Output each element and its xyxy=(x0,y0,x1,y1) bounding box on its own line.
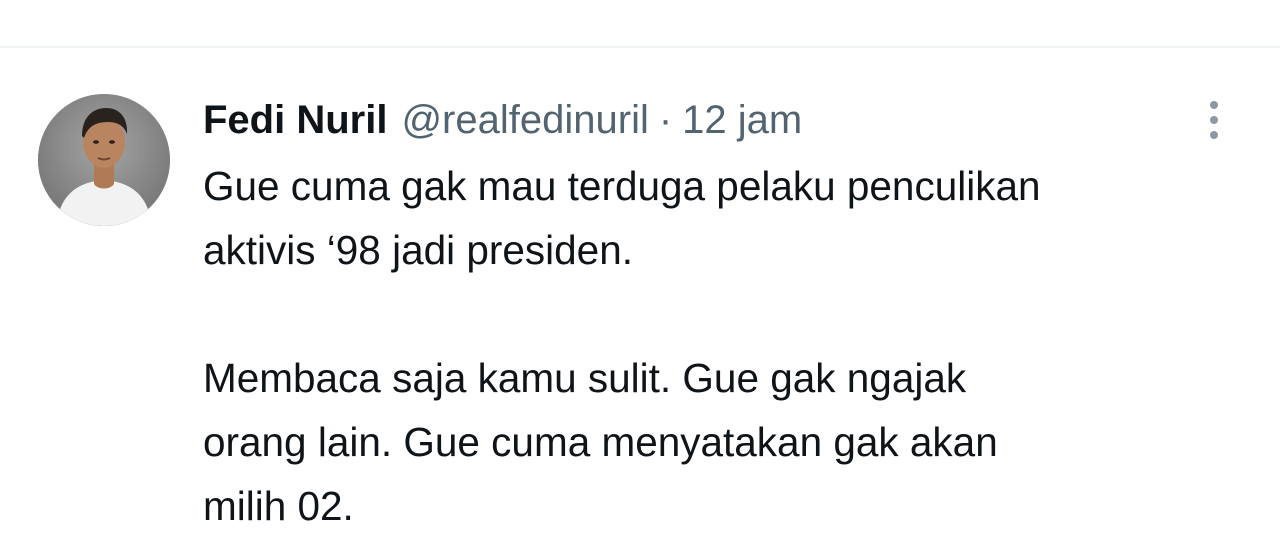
tweet-paragraph: Membaca saja kamu sulit. Gue gak ngajak … xyxy=(203,346,1243,538)
tweet-header: Fedi Nuril @realfedinuril · 12 jam xyxy=(203,92,802,148)
more-vertical-icon-dot xyxy=(1210,131,1218,139)
tweet-line: Membaca saja kamu sulit. Gue gak ngajak xyxy=(203,355,967,401)
tweet-line: Gue cuma gak mau terduga pelaku penculik… xyxy=(203,163,1041,209)
tweet[interactable]: Fedi Nuril @realfedinuril · 12 jam Gue c… xyxy=(0,48,1280,547)
avatar-image xyxy=(38,94,170,226)
avatar[interactable] xyxy=(38,94,170,226)
tweet-text: Gue cuma gak mau terduga pelaku penculik… xyxy=(203,154,1243,538)
author-name[interactable]: Fedi Nuril xyxy=(203,92,387,148)
tweet-line: milih 02. xyxy=(203,483,354,529)
tweet-line: aktivis ‘98 jadi presiden. xyxy=(203,227,633,273)
tweet-line: orang lain. Gue cuma menyatakan gak akan xyxy=(203,419,998,465)
more-options-button[interactable] xyxy=(1194,96,1234,144)
tweet-timestamp[interactable]: 12 jam xyxy=(682,92,802,148)
more-vertical-icon-dot xyxy=(1210,116,1218,124)
author-handle[interactable]: @realfedinuril xyxy=(401,92,648,148)
header-separator: · xyxy=(658,98,673,142)
tweet-page: Fedi Nuril @realfedinuril · 12 jam Gue c… xyxy=(0,0,1280,547)
tweet-paragraph: Gue cuma gak mau terduga pelaku penculik… xyxy=(203,154,1243,282)
more-vertical-icon xyxy=(1210,101,1218,109)
